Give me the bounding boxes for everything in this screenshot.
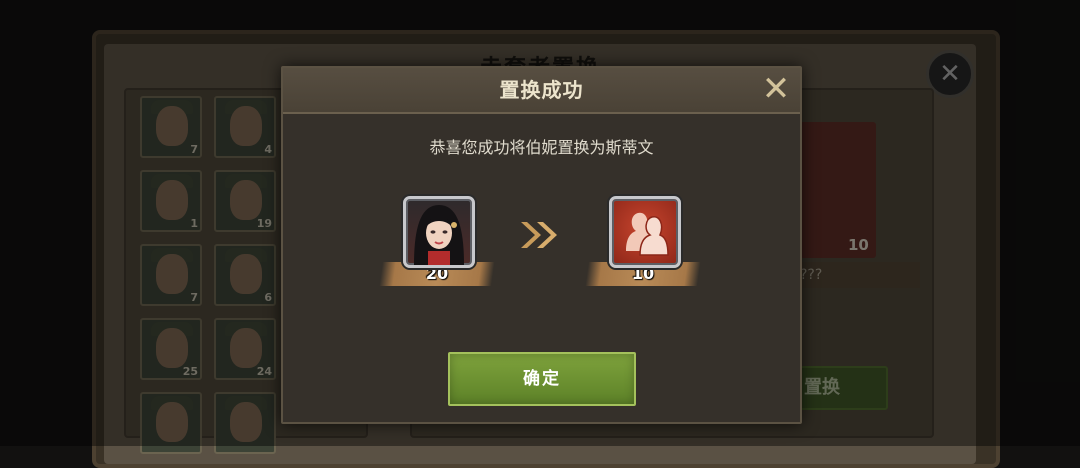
success-message: 恭喜您成功将伯妮置换为斯蒂文 — [429, 138, 654, 157]
hero-silhouette-icon — [609, 196, 681, 268]
swap-success-dialog: 置换成功 ✕ 恭喜您成功将伯妮置换为斯蒂文 20 10 确定 — [281, 66, 802, 424]
dialog-header: 置换成功 ✕ — [283, 68, 800, 114]
close-x-icon[interactable]: ✕ — [760, 72, 792, 106]
double-chevron-right-icon — [521, 222, 557, 248]
confirm-button[interactable]: 确定 — [448, 352, 636, 406]
from-hero-slot: 20 — [379, 196, 501, 294]
dialog-title: 置换成功 — [499, 78, 584, 102]
hero-portrait-icon — [403, 196, 475, 268]
to-hero-slot: 10 — [585, 196, 707, 294]
